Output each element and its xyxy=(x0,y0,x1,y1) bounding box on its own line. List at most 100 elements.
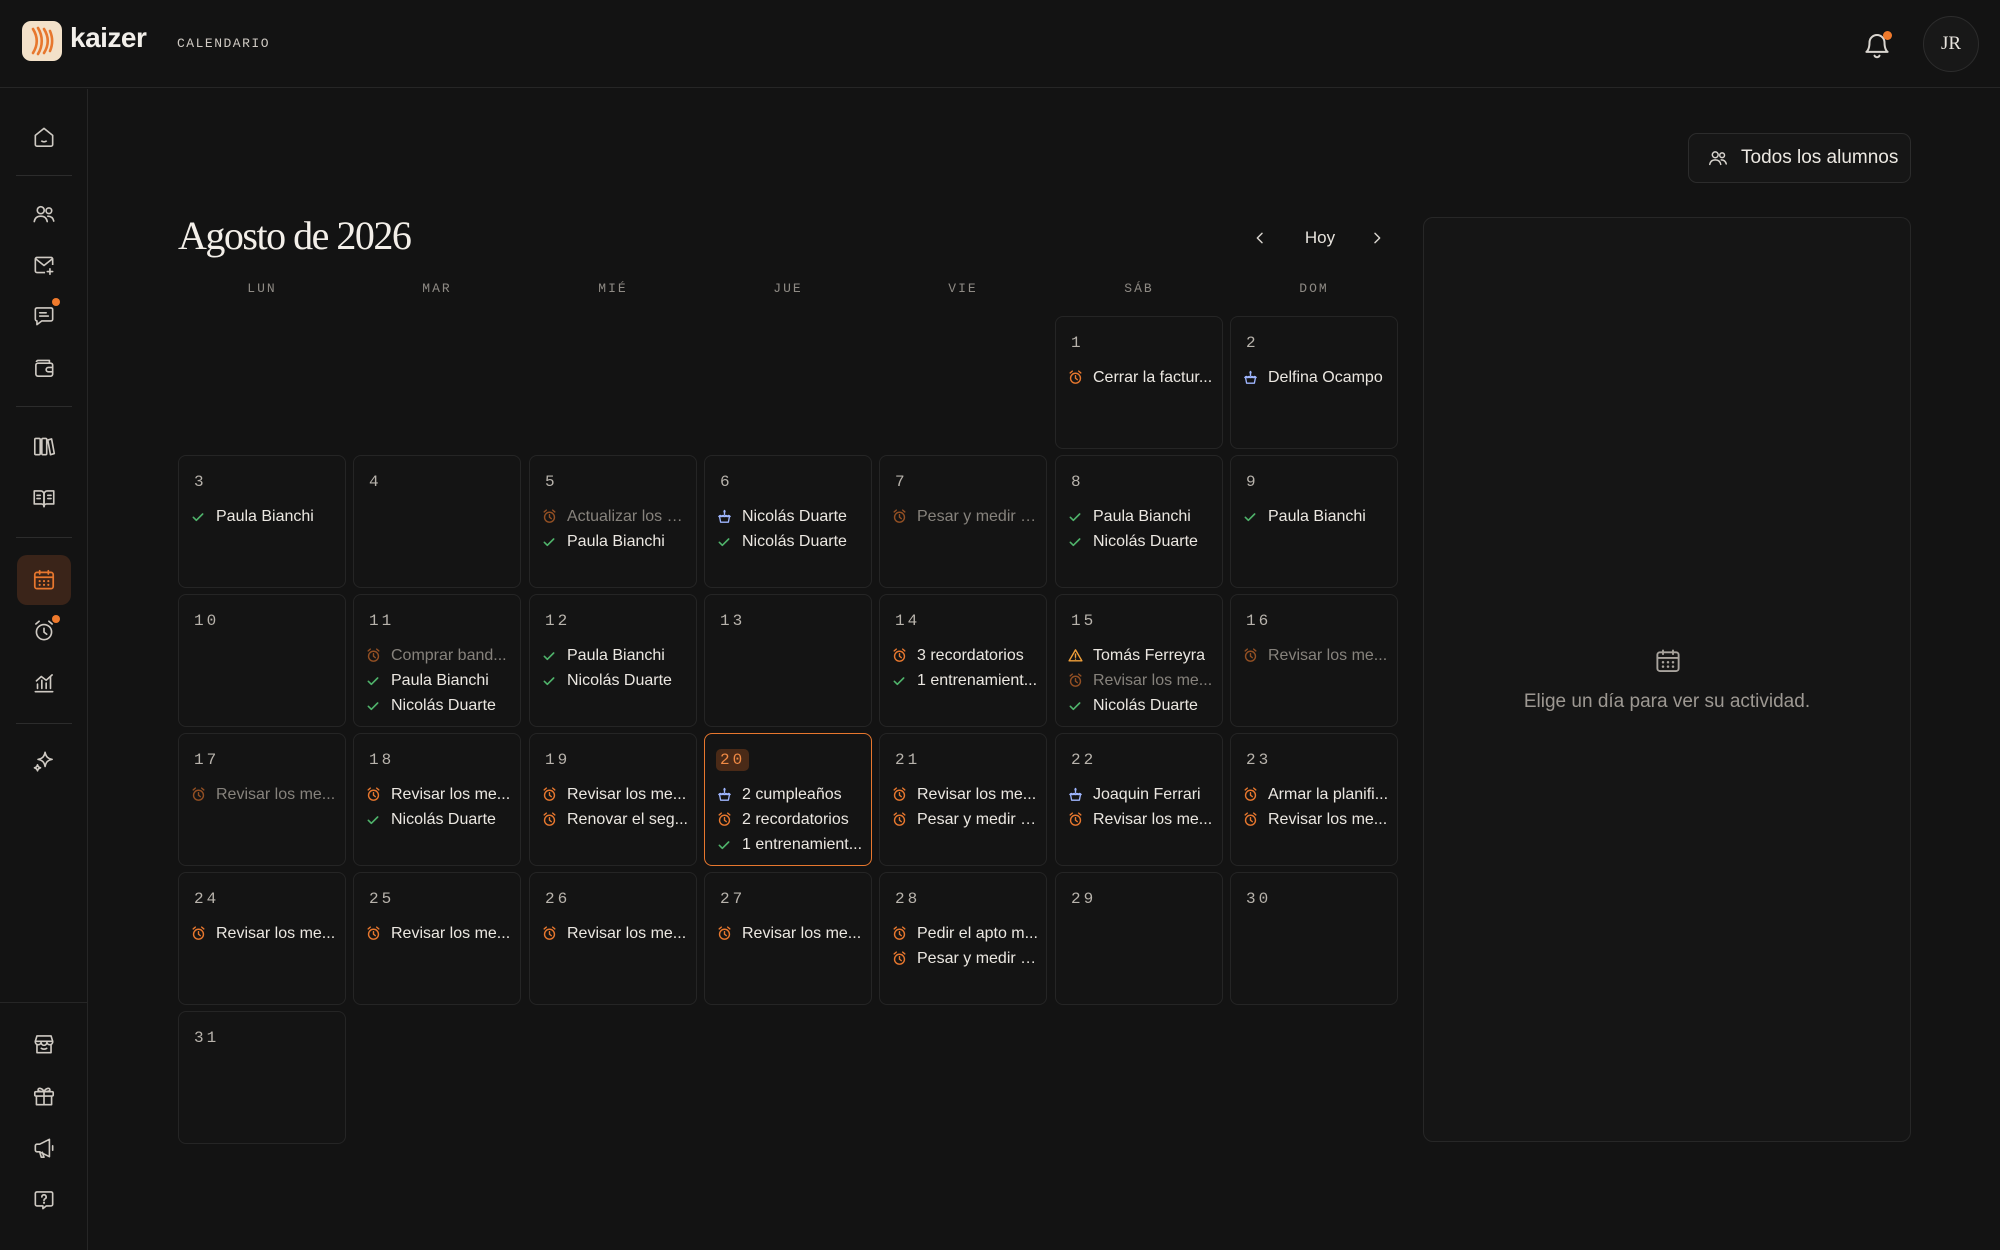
alarm-unread-dot xyxy=(52,615,60,623)
day-cell-24[interactable]: 24 Revisar los me... xyxy=(178,872,346,1005)
event-item[interactable]: Paula Bianchi xyxy=(540,643,688,668)
event-item[interactable]: Paula Bianchi xyxy=(1241,504,1389,529)
event-item[interactable]: Revisar los me... xyxy=(1241,643,1389,668)
megaphone-icon[interactable] xyxy=(24,1128,64,1168)
day-cell-25[interactable]: 25 Revisar los me... xyxy=(353,872,521,1005)
event-text: Nicolás Duarte xyxy=(391,810,496,828)
today-button[interactable]: Hoy xyxy=(1292,224,1348,252)
day-cell-14[interactable]: 14 3 recordatorios 1 entrenamient... xyxy=(879,594,1047,727)
event-item[interactable]: Revisar los me... xyxy=(890,782,1038,807)
day-cell-13[interactable]: 13 xyxy=(704,594,872,727)
event-item[interactable]: Pesar y medir a... xyxy=(890,807,1038,832)
day-cell-28[interactable]: 28 Pedir el apto m... Pesar y medir a... xyxy=(879,872,1047,1005)
day-cell-27[interactable]: 27 Revisar los me... xyxy=(704,872,872,1005)
day-cell-21[interactable]: 21 Revisar los me... Pesar y medir a... xyxy=(879,733,1047,866)
library-icon[interactable] xyxy=(24,426,64,466)
previous-month-button[interactable] xyxy=(1247,224,1273,252)
day-cell-12[interactable]: 12 Paula Bianchi Nicolás Duarte xyxy=(529,594,697,727)
alarm-icon xyxy=(890,925,908,943)
students-icon[interactable] xyxy=(24,194,64,234)
day-cell-9[interactable]: 9 Paula Bianchi xyxy=(1230,455,1398,588)
day-cell-16[interactable]: 16 Revisar los me... xyxy=(1230,594,1398,727)
alarm-icon xyxy=(540,786,558,804)
day-cell-29[interactable]: 29 xyxy=(1055,872,1223,1005)
event-item[interactable]: Paula Bianchi xyxy=(364,668,512,693)
students-filter-button[interactable]: Todos los alumnos xyxy=(1688,133,1911,183)
event-item[interactable]: Revisar los me... xyxy=(189,782,337,807)
event-item[interactable]: Nicolás Duarte xyxy=(540,668,688,693)
event-item[interactable]: Paula Bianchi xyxy=(540,529,688,554)
day-cell-22[interactable]: 22 Joaquin Ferrari Revisar los me... xyxy=(1055,733,1223,866)
day-cell-31[interactable]: 31 xyxy=(178,1011,346,1144)
wallet-icon[interactable] xyxy=(24,348,64,388)
event-item[interactable]: Paula Bianchi xyxy=(1066,504,1214,529)
event-item[interactable]: 2 recordatorios xyxy=(715,807,863,832)
event-item[interactable]: Renovar el seg... xyxy=(540,807,688,832)
event-item[interactable]: 1 entrenamient... xyxy=(715,832,863,857)
day-cell-1[interactable]: 1 Cerrar la factur... xyxy=(1055,316,1223,449)
event-item[interactable]: Revisar los me... xyxy=(540,921,688,946)
day-cell-20[interactable]: 20 2 cumpleaños 2 recordatorios 1 entrenami… xyxy=(704,733,872,866)
day-cell-30[interactable]: 30 xyxy=(1230,872,1398,1005)
event-item[interactable]: 2 cumpleaños xyxy=(715,782,863,807)
event-item[interactable]: Pesar y medir a... xyxy=(890,504,1038,529)
brand-name[interactable]: kaizer xyxy=(70,22,147,54)
event-item[interactable]: 1 entrenamient... xyxy=(890,668,1038,693)
event-item[interactable]: Revisar los me... xyxy=(1066,668,1214,693)
sparkle-icon[interactable] xyxy=(24,741,64,781)
day-cell-26[interactable]: 26 Revisar los me... xyxy=(529,872,697,1005)
mail-icon[interactable] xyxy=(24,245,64,285)
day-cell-11[interactable]: 11 Comprar band... Paula Bianchi Nicolás Du… xyxy=(353,594,521,727)
event-item[interactable]: Revisar los me... xyxy=(364,782,512,807)
event-item[interactable]: Nicolás Duarte xyxy=(364,693,512,718)
day-cell-5[interactable]: 5 Actualizar los p... Paula Bianchi xyxy=(529,455,697,588)
event-item[interactable]: Pesar y medir a... xyxy=(890,946,1038,971)
event-item[interactable]: Nicolás Duarte xyxy=(364,807,512,832)
day-cell-3[interactable]: 3 Paula Bianchi xyxy=(178,455,346,588)
day-cell-6[interactable]: 6 Nicolás Duarte Nicolás Duarte xyxy=(704,455,872,588)
next-month-button[interactable] xyxy=(1364,224,1390,252)
alarm-icon xyxy=(364,786,382,804)
event-item[interactable]: Armar la planifi... xyxy=(1241,782,1389,807)
day-cell-10[interactable]: 10 xyxy=(178,594,346,727)
avatar[interactable]: JR xyxy=(1923,16,1979,72)
event-item[interactable]: Nicolás Duarte xyxy=(1066,693,1214,718)
event-item[interactable]: Tomás Ferreyra xyxy=(1066,643,1214,668)
day-number: 1 xyxy=(1071,334,1084,352)
event-item[interactable]: Revisar los me... xyxy=(1241,807,1389,832)
day-cell-8[interactable]: 8 Paula Bianchi Nicolás Duarte xyxy=(1055,455,1223,588)
day-cell-23[interactable]: 23 Armar la planifi... Revisar los me... xyxy=(1230,733,1398,866)
event-item[interactable]: Nicolás Duarte xyxy=(715,529,863,554)
event-item[interactable]: 3 recordatorios xyxy=(890,643,1038,668)
event-item[interactable]: Revisar los me... xyxy=(715,921,863,946)
chart-icon[interactable] xyxy=(24,663,64,703)
event-item[interactable]: Delfina Ocampo xyxy=(1241,365,1389,390)
day-cell-17[interactable]: 17 Revisar los me... xyxy=(178,733,346,866)
kaizer-logo-icon[interactable] xyxy=(22,21,62,61)
event-item[interactable]: Actualizar los p... xyxy=(540,504,688,529)
event-item[interactable]: Revisar los me... xyxy=(1066,807,1214,832)
store-icon[interactable] xyxy=(24,1024,64,1064)
event-item[interactable]: Pedir el apto m... xyxy=(890,921,1038,946)
event-item[interactable]: Revisar los me... xyxy=(189,921,337,946)
day-cell-7[interactable]: 7 Pesar y medir a... xyxy=(879,455,1047,588)
day-cell-18[interactable]: 18 Revisar los me... Nicolás Duarte xyxy=(353,733,521,866)
event-item[interactable]: Paula Bianchi xyxy=(189,504,337,529)
day-cell-4[interactable]: 4 xyxy=(353,455,521,588)
day-cell-19[interactable]: 19 Revisar los me... Renovar el seg... xyxy=(529,733,697,866)
day-cell-15[interactable]: 15 Tomás Ferreyra Revisar los me... Nicolás… xyxy=(1055,594,1223,727)
event-item[interactable]: Nicolás Duarte xyxy=(715,504,863,529)
event-item[interactable]: Joaquin Ferrari xyxy=(1066,782,1214,807)
event-item[interactable]: Comprar band... xyxy=(364,643,512,668)
event-item[interactable]: Revisar los me... xyxy=(364,921,512,946)
day-cell-2[interactable]: 2 Delfina Ocampo xyxy=(1230,316,1398,449)
event-item[interactable]: Revisar los me... xyxy=(540,782,688,807)
gift-icon[interactable] xyxy=(24,1076,64,1116)
home-icon[interactable] xyxy=(24,117,64,157)
event-item[interactable]: Cerrar la factur... xyxy=(1066,365,1214,390)
calendar-icon[interactable] xyxy=(17,555,71,605)
help-icon[interactable] xyxy=(24,1180,64,1220)
day-number: 17 xyxy=(194,751,220,769)
book-icon[interactable] xyxy=(24,478,64,518)
event-item[interactable]: Nicolás Duarte xyxy=(1066,529,1214,554)
